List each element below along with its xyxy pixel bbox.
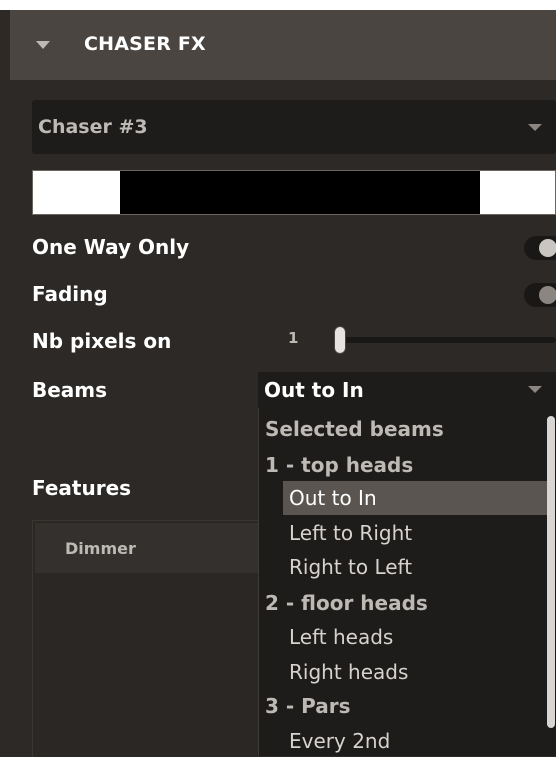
toggle-knob [539,239,556,257]
chaser-fx-header[interactable]: CHASER FX [10,10,556,80]
dropdown-option-right-heads[interactable]: Right heads [259,655,556,689]
chaser-preview-bar [32,170,556,215]
preview-active-segment [120,171,480,214]
features-label: Features [32,476,132,500]
dropdown-option-every-2nd[interactable]: Every 2nd [259,724,556,756]
dropdown-group-floor-heads: 2 - floor heads [265,591,428,615]
beams-dropdown-menu[interactable]: Selected beams 1 - top heads Out to In L… [258,408,556,756]
nb-pixels-slider-track[interactable] [340,337,556,343]
nb-pixels-label: Nb pixels on [32,329,172,353]
one-way-only-toggle[interactable] [524,236,556,260]
feature-row-dimmer[interactable]: Dimmer [35,523,259,573]
features-list: Dimmer [32,520,259,757]
dropdown-option-out-to-in[interactable]: Out to In [283,481,549,515]
chaser-select[interactable]: Chaser #3 [32,100,556,154]
dropdown-group-pars: 3 - Pars [265,694,351,718]
section-title: CHASER FX [84,33,206,55]
fading-label: Fading [32,282,108,306]
nb-pixels-value: 1 [288,329,299,347]
feature-label: Dimmer [65,539,136,558]
window-top-edge [0,0,556,10]
toggle-knob [539,286,556,304]
fading-toggle[interactable] [524,283,556,307]
dropdown-option-left-heads[interactable]: Left heads [259,620,556,654]
chaser-select-value: Chaser #3 [38,116,148,138]
dropdown-scrollbar[interactable] [547,416,555,728]
dropdown-heading: Selected beams [265,417,444,441]
beams-select-value: Out to In [264,378,364,402]
collapse-triangle-icon[interactable] [36,41,50,49]
chevron-down-icon [528,386,542,393]
one-way-only-label: One Way Only [32,235,190,259]
chevron-down-icon [528,124,542,131]
dropdown-option-left-to-right[interactable]: Left to Right [259,516,556,550]
beams-select[interactable]: Out to In [258,372,556,408]
dropdown-group-top-heads: 1 - top heads [265,453,414,477]
dropdown-option-right-to-left[interactable]: Right to Left [259,550,556,584]
nb-pixels-slider-handle[interactable] [334,326,346,354]
beams-label: Beams [32,378,108,402]
